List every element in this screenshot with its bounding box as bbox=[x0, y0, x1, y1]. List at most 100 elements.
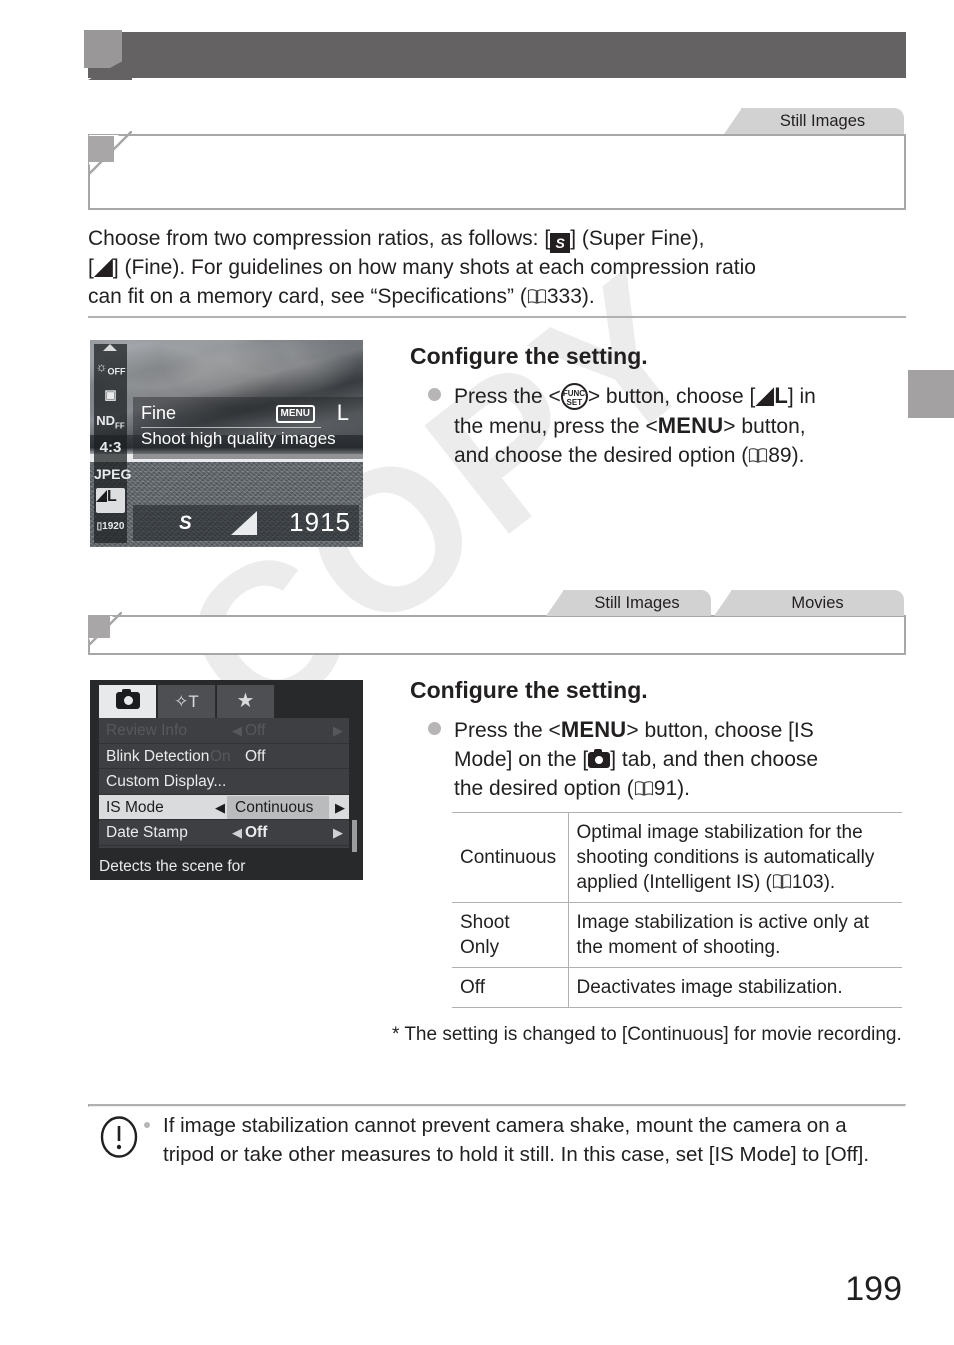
step-text-part: and choose the desired option ( bbox=[454, 444, 749, 467]
section1-body: Choose from two compression ratios, as f… bbox=[88, 224, 906, 311]
menu-row-value-box: Continuous bbox=[227, 795, 329, 819]
camera-tab-icon bbox=[588, 749, 611, 768]
fine-quality-icon bbox=[93, 258, 113, 277]
step-text-part: ). bbox=[677, 777, 690, 800]
scroll-up-arrow-icon bbox=[103, 344, 117, 351]
step-heading-2: Configure the setting. bbox=[410, 677, 648, 703]
image-quality-selected-icon: L bbox=[96, 488, 125, 513]
body-text-part: ] (Super Fine), bbox=[570, 227, 705, 250]
metering-icon: ▣ bbox=[104, 387, 117, 402]
tab-movies: Movies bbox=[731, 590, 904, 616]
menu-row-is-mode[interactable]: IS Mode ◀ Continuous ▶ bbox=[99, 794, 349, 821]
menu-row-label: Review Info bbox=[106, 722, 187, 739]
bullet-2 bbox=[428, 722, 441, 735]
right-arrow-icon: ▶ bbox=[333, 825, 343, 840]
fine-quality-icon bbox=[755, 387, 775, 406]
step-text-part: the desired option ( bbox=[454, 777, 634, 800]
step-text-part: the menu, press the < bbox=[454, 415, 658, 438]
table-cell-description: Deactivates image stabilization. bbox=[568, 967, 902, 1008]
menu-row-value: Off bbox=[245, 747, 266, 765]
section2-heading-box bbox=[88, 615, 906, 655]
tab-tools-icon[interactable]: ✧T bbox=[158, 685, 216, 718]
left-arrow-icon[interactable]: ◀ bbox=[215, 795, 225, 821]
caution-text-wrapper: If image stabilization cannot prevent ca… bbox=[144, 1111, 903, 1169]
section1-heading-box bbox=[88, 134, 906, 210]
is-table-footnote: * The setting is changed to [Continuous]… bbox=[392, 1022, 912, 1047]
table-row: Continuous Optimal image stabilization f… bbox=[452, 812, 902, 903]
screenshot-camera-menu-is-mode: ✧T ★ Review Info ◀ Off ▶ Blink Detection… bbox=[90, 680, 363, 880]
step-ref-page: 91 bbox=[653, 777, 678, 800]
divider-caution bbox=[88, 1104, 906, 1107]
menu-row-value: Continuous bbox=[235, 798, 314, 816]
fine-option-icon bbox=[231, 511, 257, 535]
table-desc-end: ). bbox=[823, 872, 836, 893]
func-set-button-icon: FUNC. SET bbox=[560, 383, 588, 410]
table-option-text: Shoot Only bbox=[460, 912, 510, 958]
screenshot-live-view-quality: ☼OFF ▣ NDFF 4:3 JPEG L ▯1920 Fine MENU L… bbox=[90, 340, 363, 547]
table-cell-description: Image stabilization is active only at th… bbox=[568, 902, 902, 968]
super-fine-option-icon: S bbox=[179, 513, 192, 534]
info-divider bbox=[141, 427, 321, 428]
step-text-part: > button, choose [ bbox=[587, 385, 756, 408]
menu-row-custom-display[interactable]: Custom Display... bbox=[99, 769, 349, 795]
table-desc-ref: 103 bbox=[791, 872, 824, 893]
tab-still-images-2: Still Images bbox=[563, 590, 711, 616]
table-cell-option: Shoot Only bbox=[452, 902, 569, 968]
page-reference-icon bbox=[772, 873, 792, 890]
chapter-tab-marker bbox=[84, 30, 122, 68]
table-cell-option: Off bbox=[452, 967, 569, 1008]
is-mode-options-table: Continuous Optimal image stabilization f… bbox=[452, 812, 902, 1008]
body-text-part: can fit on a memory card, see “Specifica… bbox=[88, 285, 527, 308]
movie-size-icon: ▯1920 bbox=[96, 521, 125, 532]
body-text-part: [ bbox=[88, 256, 94, 279]
tab-star-icon[interactable]: ★ bbox=[217, 685, 275, 718]
step-text-part: > button, bbox=[723, 415, 806, 438]
step-ref-page: 89 bbox=[768, 444, 792, 467]
menu-row-blink-detection[interactable]: Blink Detection On Off bbox=[99, 744, 349, 769]
step-body-1: Press the < FUNC. SET > button, choose [L] … bbox=[454, 381, 884, 470]
bullet-1 bbox=[428, 388, 441, 401]
menu-button-label: MENU bbox=[657, 413, 724, 438]
step-body-2: Press the <MENU> button, choose [IS Mode… bbox=[454, 715, 904, 803]
body-text-part: ] (Fine). For guidelines on how many sho… bbox=[112, 256, 756, 279]
aspect-ratio-icon: 4:3 bbox=[99, 439, 122, 456]
right-arrow-icon[interactable]: ▶ bbox=[335, 795, 345, 821]
set-label: SET bbox=[566, 398, 583, 407]
image-size-letter: L bbox=[774, 383, 788, 408]
page-reference-icon bbox=[748, 447, 768, 464]
menu-button-label: MENU bbox=[560, 717, 627, 742]
nd-filter-off-icon: NDFF bbox=[96, 413, 125, 431]
page-number: 199 bbox=[845, 1270, 902, 1308]
tab-still-images-1: Still Images bbox=[741, 108, 904, 134]
table-cell-description: Optimal image stabilization for the shoo… bbox=[568, 812, 902, 903]
edge-thumb-tab bbox=[908, 370, 954, 418]
menu-row-value: Off bbox=[245, 722, 266, 739]
step-text-part: ] in bbox=[787, 385, 816, 408]
step-text-part: Press the < bbox=[454, 385, 561, 408]
step-text-part: Mode] on the [ bbox=[454, 748, 589, 771]
menu-row-review-info[interactable]: Review Info ◀ Off ▶ bbox=[99, 718, 349, 744]
tab-camera-icon[interactable] bbox=[99, 685, 157, 718]
menu-items-list: Review Info ◀ Off ▶ Blink Detection On O… bbox=[99, 718, 349, 848]
right-arrow-icon: ▶ bbox=[333, 723, 343, 738]
menu-row-label: IS Mode bbox=[106, 798, 164, 816]
func-label: FUNC. bbox=[562, 389, 588, 398]
footnote-text: * The setting is changed to [Continuous]… bbox=[392, 1024, 902, 1045]
menu-row-value: Off bbox=[245, 824, 268, 841]
body-text-part: ). bbox=[581, 285, 595, 308]
table-cell-option: Continuous bbox=[452, 812, 569, 903]
caution-text: If image stabilization cannot prevent ca… bbox=[163, 1114, 870, 1166]
page-header-bar bbox=[88, 32, 906, 78]
quality-option-bar: S 1915 bbox=[133, 505, 359, 541]
body-text-ref: 333 bbox=[546, 285, 582, 308]
menu-hint-text: Detects the scene for bbox=[99, 858, 246, 875]
step-text-part: ] tab, and then choose bbox=[610, 748, 819, 771]
super-fine-icon: S bbox=[550, 233, 571, 253]
section2-marker bbox=[88, 616, 110, 638]
divider-1 bbox=[88, 316, 906, 318]
exclamation-circle-icon bbox=[100, 1116, 138, 1158]
table-row: Off Deactivates image stabilization. bbox=[452, 967, 902, 1008]
menu-scrollbar[interactable] bbox=[352, 820, 357, 852]
menu-row-date-stamp[interactable]: Date Stamp ◀ Off ▶ bbox=[99, 820, 349, 846]
quality-info-panel: Fine MENU L Shoot high quality images bbox=[133, 397, 363, 459]
